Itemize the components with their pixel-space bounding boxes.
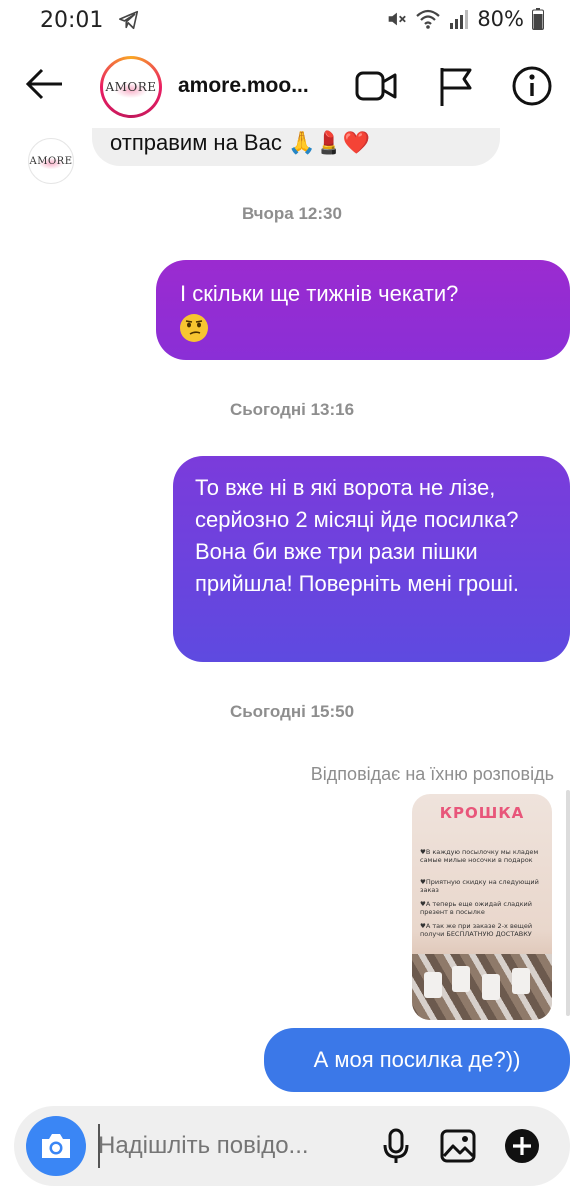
story-preview[interactable]: КРОШКА ♥В каждую посылочку мы кладем сам… <box>412 794 552 1020</box>
sender-avatar[interactable]: AMORE <box>28 138 74 184</box>
mute-icon <box>388 12 407 26</box>
add-icon[interactable] <box>502 1126 542 1166</box>
sock-image <box>424 972 442 998</box>
sock-image <box>512 968 530 994</box>
flag-icon[interactable] <box>434 64 478 108</box>
outgoing-message[interactable]: І скільки ще тижнів чекати? <box>156 260 570 360</box>
story-text-line: ♥А теперь еще ожидай сладкий презент в п… <box>420 900 532 916</box>
outgoing-message[interactable]: А моя посилка де?)) <box>264 1028 570 1092</box>
wifi-icon <box>416 9 441 29</box>
incoming-message: отправим на Вас 🙏💄❤️ AMORE <box>0 128 584 184</box>
timestamp: Вчора 12:30 <box>242 204 342 223</box>
smirk-emoji-icon <box>180 314 208 342</box>
message-text: А моя посилка де?)) <box>313 1047 521 1072</box>
story-title: КРОШКА <box>439 804 525 822</box>
avatar-logo-text: AMORE <box>105 80 157 94</box>
story-text-line: ♥А так же при заказе 2-х вещей получи БЕ… <box>420 922 533 938</box>
sock-image <box>452 966 470 992</box>
message-text: То вже ні в які ворота не лізе, серйозно… <box>195 475 519 596</box>
gallery-icon[interactable] <box>438 1126 478 1166</box>
timestamp: Сьогодні 15:50 <box>229 702 355 721</box>
story-photo <box>412 954 552 1020</box>
status-icons: 80% <box>385 7 544 31</box>
story-text-line: ♥В каждую посылочку мы кладем самые милы… <box>420 848 539 864</box>
status-bar: 20:01 80% <box>0 0 584 40</box>
signal-icon <box>450 10 469 29</box>
message-thread[interactable]: отправим на Вас 🙏💄❤️ AMORE Вчора 12:30 І… <box>0 128 584 1100</box>
microphone-icon[interactable] <box>376 1126 416 1166</box>
chat-title[interactable]: amore.moo... <box>178 74 309 98</box>
chat-header: AMORE amore.moo... <box>0 40 584 128</box>
battery-percent: 80% <box>477 7 524 31</box>
avatar[interactable]: AMORE <box>100 56 162 118</box>
story-reply-label: Відповідає на їхню розповідь <box>310 764 554 784</box>
avatar-logo-text: AMORE <box>29 155 73 167</box>
message-composer <box>14 1106 570 1186</box>
battery-icon <box>532 8 544 30</box>
message-text: І скільки ще тижнів чекати? <box>180 281 459 306</box>
back-arrow-icon[interactable] <box>22 62 66 106</box>
camera-icon <box>42 1134 70 1158</box>
timestamp: Сьогодні 13:16 <box>229 400 355 419</box>
info-icon[interactable] <box>510 64 554 108</box>
status-time: 20:01 <box>40 8 104 33</box>
message-input[interactable] <box>98 1126 358 1166</box>
outgoing-message[interactable]: То вже ні в які ворота не лізе, серйозно… <box>173 456 570 662</box>
reply-indicator-bar <box>566 790 570 1016</box>
sock-image <box>482 974 500 1000</box>
video-call-icon[interactable] <box>354 64 398 108</box>
camera-button[interactable] <box>26 1116 86 1176</box>
telegram-icon <box>119 10 139 30</box>
story-text-line: ♥Приятную скидку на следующий заказ <box>420 878 539 894</box>
incoming-text: отправим на Вас 🙏💄❤️ <box>110 130 371 155</box>
